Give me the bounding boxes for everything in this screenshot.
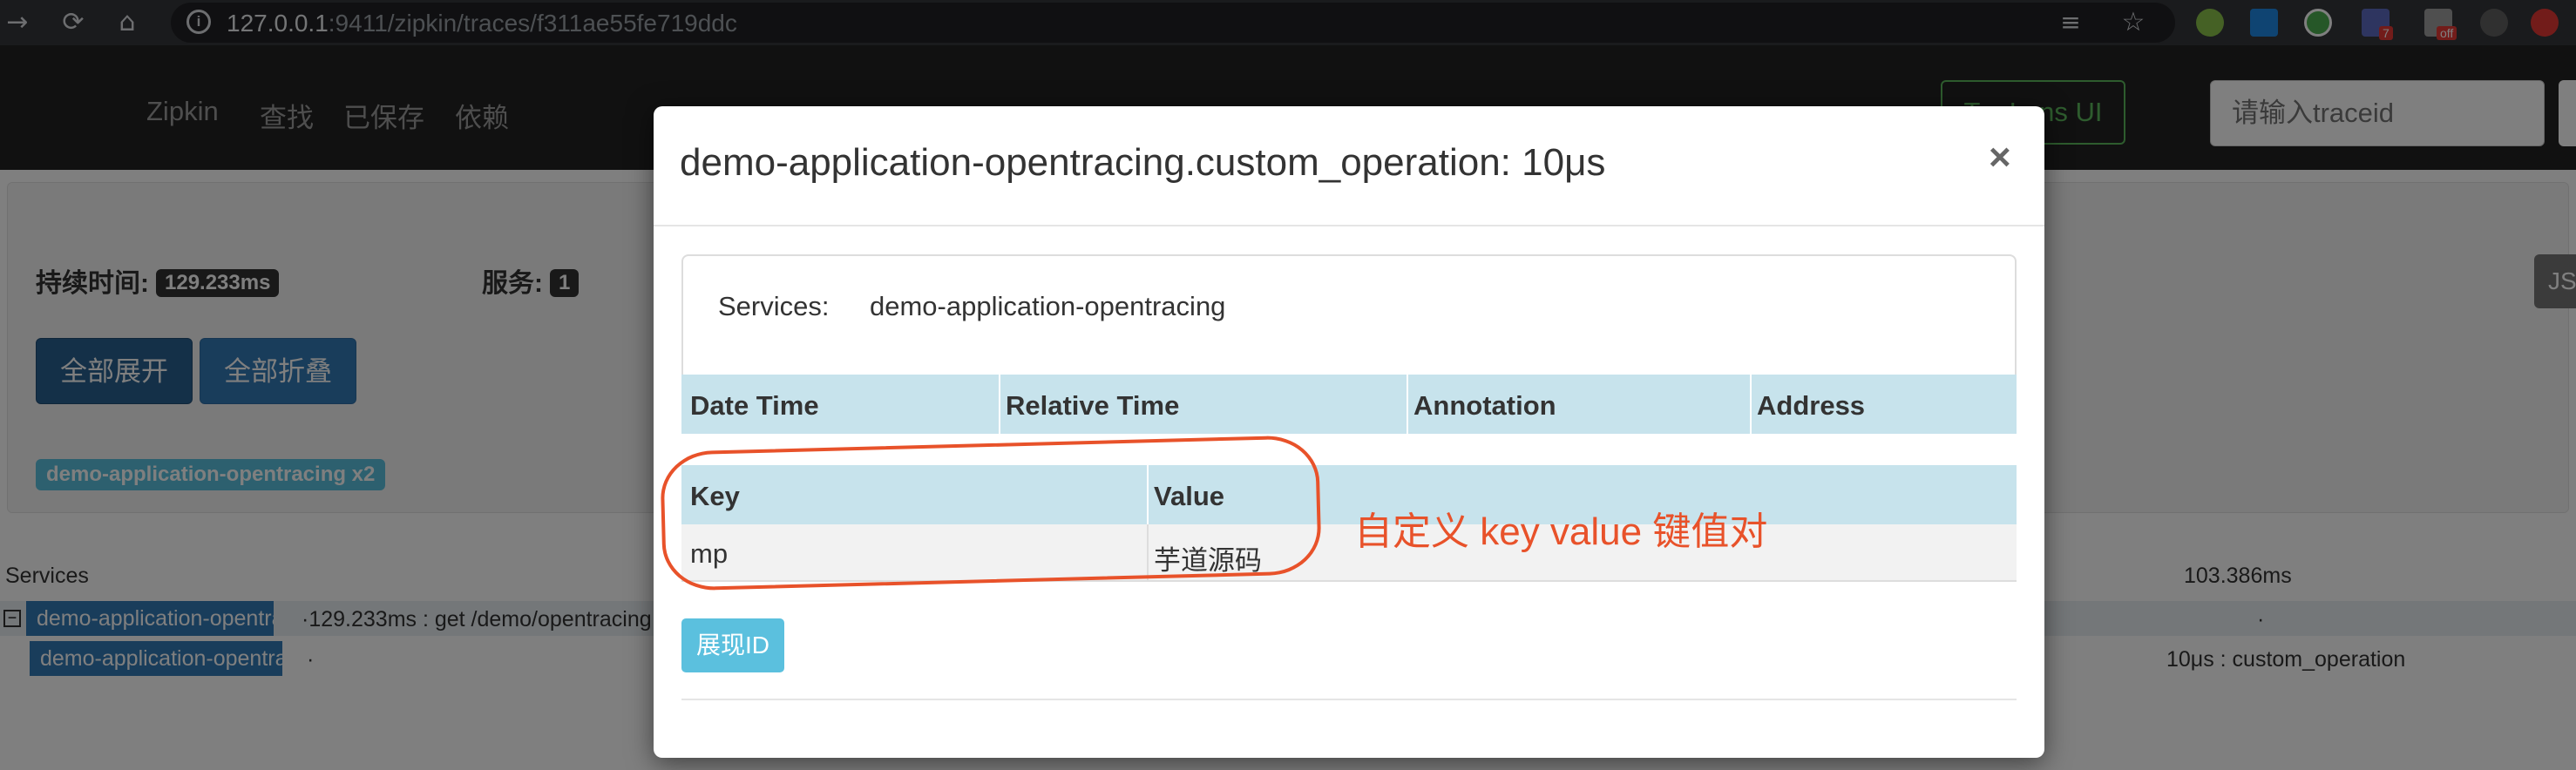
column-divider bbox=[1750, 375, 1752, 434]
annotation-note: 自定义 key value 键值对 bbox=[1354, 510, 1768, 553]
column-divider bbox=[999, 375, 1000, 434]
highlight-ring bbox=[660, 435, 1322, 591]
col-relative-time: Relative Time bbox=[1006, 390, 1180, 421]
annotations-table-header: Date Time Relative Time Annotation Addre… bbox=[681, 375, 2017, 434]
col-date-time: Date Time bbox=[690, 390, 819, 421]
modal-footer-divider bbox=[681, 699, 2017, 700]
modal-divider bbox=[654, 225, 2044, 226]
column-divider bbox=[1407, 375, 1408, 434]
services-label: Services: bbox=[718, 291, 830, 321]
modal-title: demo-application-opentracing.custom_oper… bbox=[680, 141, 1606, 184]
show-id-button[interactable]: 展现ID bbox=[681, 618, 784, 672]
col-annotation: Annotation bbox=[1413, 390, 1556, 421]
col-address: Address bbox=[1757, 390, 1866, 421]
span-detail-modal: demo-application-opentracing.custom_oper… bbox=[654, 106, 2044, 758]
close-icon[interactable]: × bbox=[1989, 136, 2011, 179]
services-box: Services: demo-application-opentracing bbox=[681, 254, 2017, 378]
services-value: demo-application-opentracing bbox=[870, 291, 1226, 321]
